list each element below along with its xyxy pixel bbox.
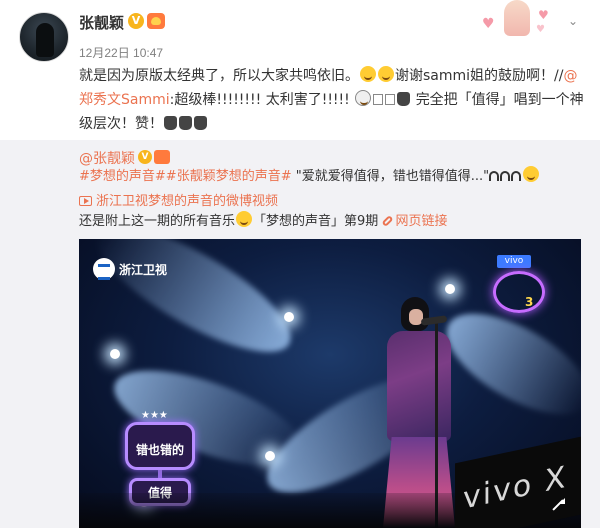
show-logo: vivo 3 xyxy=(491,255,549,317)
channel-logo-text: 浙江卫视 xyxy=(119,262,168,277)
headphones-icon xyxy=(489,171,500,181)
sponsor-badge: vivo xyxy=(497,255,531,268)
retweet-text: #梦想的声音##张靓颖梦想的声音# "爱就爱得值得，错也错得值得..." xyxy=(79,166,584,187)
stage-light xyxy=(445,284,455,294)
channel-logo: 浙江卫视 xyxy=(93,258,167,280)
retweet-line3-text: 还是附上这一期的所有音乐 xyxy=(79,214,236,229)
clap-emoji-icon xyxy=(179,116,192,130)
stage-light xyxy=(110,349,120,359)
post-body: 就是因为原版太经典了，所以大家共鸣依旧。 谢谢sammi姐的鼓励啊！//@郑秀文S… xyxy=(79,64,584,136)
retweet-quote: "爱就爱得值得，错也错得值得..." xyxy=(295,169,490,184)
hashtag-link[interactable]: #张靓颖梦想的声音# xyxy=(166,169,292,184)
channel-logo-mark xyxy=(93,258,115,280)
laugh-emoji-icon xyxy=(378,66,394,82)
post-timestamp[interactable]: 12月22日 10:47 xyxy=(79,44,163,61)
star-decoration: ★★★ xyxy=(141,410,168,421)
clap-emoji-icon xyxy=(397,92,411,106)
link-icon xyxy=(381,214,394,228)
video-icon xyxy=(79,196,92,206)
unknown-glyph-icon xyxy=(373,94,384,105)
smile-emoji-icon xyxy=(523,166,540,182)
heart-icon: ♥ xyxy=(536,24,545,35)
video-thumbnail[interactable]: 浙江卫视 vivo 3 ★★★ 错也错的 值得 vivo X xyxy=(79,239,581,528)
unknown-glyph-icon xyxy=(385,94,396,105)
verified-icon: V xyxy=(128,13,144,29)
video-link-label: 浙江卫视梦想的声音的微博视频 xyxy=(96,194,279,209)
clap-emoji-icon xyxy=(194,116,207,130)
hashtag-link[interactable]: #梦想的声音# xyxy=(79,169,166,184)
stage-light xyxy=(284,312,294,322)
post-text-part3: :超级棒!!!!!!!! 太利害了!!!!! xyxy=(169,92,350,108)
member-crown-icon xyxy=(147,13,165,29)
post-text-part2: 谢谢sammi姐的鼓励啊！// xyxy=(395,68,564,84)
smile-emoji-icon xyxy=(355,90,372,106)
username[interactable]: 张靓颖 xyxy=(79,12,124,33)
headphones-icon xyxy=(500,171,511,181)
chevron-down-icon[interactable]: ⌄ xyxy=(566,14,580,28)
web-link[interactable]: 网页链接 xyxy=(381,214,448,229)
heart-icon: ♥ xyxy=(538,8,549,22)
retweet-line3: 还是附上这一期的所有音乐 「梦想的声音」第9期 网页链接 xyxy=(79,211,447,233)
clap-emoji-icon xyxy=(164,116,177,130)
member-crown-icon xyxy=(154,150,170,164)
stage-screen: vivo X xyxy=(455,436,581,528)
profile-decoration-image: ♥ ♥ ♥ xyxy=(476,0,556,38)
retweet-author[interactable]: @张靓颖 xyxy=(79,148,135,168)
avatar[interactable] xyxy=(19,12,69,62)
verified-icon: V xyxy=(138,150,152,164)
season-number: 3 xyxy=(525,295,534,309)
post-text-part1: 就是因为原版太经典了，所以大家共鸣依旧。 xyxy=(79,68,359,84)
fan-sign-top: 错也错的 xyxy=(125,422,195,470)
laugh-emoji-icon xyxy=(360,66,376,82)
weibo-post-card: 张靓颖 V 12月22日 10:47 ♥ ♥ ♥ ⌄ 就是因为原版太经典了，所以… xyxy=(0,0,600,528)
web-link-label: 网页链接 xyxy=(395,214,448,229)
retweet-line3-text2: 「梦想的声音」第9期 xyxy=(253,214,379,229)
heart-icon: ♥ xyxy=(482,16,495,32)
video-link[interactable]: 浙江卫视梦想的声音的微博视频 xyxy=(79,193,278,211)
grin-emoji-icon xyxy=(236,211,253,227)
stage-light xyxy=(265,451,275,461)
expand-icon[interactable] xyxy=(549,496,567,514)
headphones-icon xyxy=(511,171,522,181)
